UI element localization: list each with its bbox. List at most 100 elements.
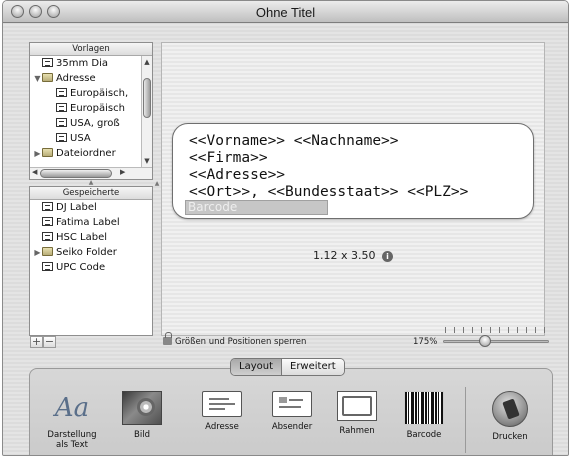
tool-label: Rahmen [339, 426, 375, 436]
document-icon [42, 262, 53, 271]
zoom-level: 175% [413, 337, 438, 347]
list-item-label: UPC Code [56, 262, 106, 273]
document-icon [42, 232, 53, 241]
disclosure-triangle-icon[interactable]: ▼ [33, 71, 42, 86]
remove-button[interactable]: − [43, 336, 56, 348]
barcode-icon [404, 391, 444, 425]
tool-label: Darstellung als Text [47, 430, 97, 450]
info-icon[interactable]: i [382, 251, 393, 262]
list-item-label: HSC Label [56, 232, 108, 243]
list-item-label: DJ Label [56, 202, 97, 213]
tool-barcode[interactable]: Barcode [394, 391, 454, 440]
templates-list: 35mm Dia ▼ Adresse Europäisch, Europäisch USA… [30, 56, 152, 161]
list-item-label: USA [70, 133, 91, 144]
list-item-label: 35mm Dia [56, 58, 108, 69]
list-item[interactable]: USA [30, 131, 152, 146]
tab-advanced[interactable]: Erweitert [281, 359, 344, 375]
list-item-label: Europäisch, [70, 88, 129, 99]
dimensions-text: 1.12 x 3.50 [313, 249, 376, 262]
scroll-thumb[interactable] [40, 169, 112, 178]
text-style-icon: Aa [54, 393, 90, 423]
zoom-slider[interactable] [443, 327, 549, 351]
label-line-address[interactable]: <<Adresse>> [189, 167, 285, 183]
tool-text-style[interactable]: Aa Darstellung als Text [42, 391, 102, 450]
scroll-up-arrow-icon[interactable]: ▲ [142, 58, 152, 66]
list-item[interactable]: ▶ Dateiordner [30, 146, 152, 161]
list-item-label: Dateiordner [56, 148, 116, 159]
list-item[interactable]: ▶ Seiko Folder [30, 245, 152, 260]
label-card[interactable]: <<Vorname>> <<Nachname>> <<Firma>> <<Adr… [172, 123, 534, 219]
tool-label: Bild [134, 430, 150, 440]
sender-icon [272, 391, 312, 417]
tool-label: Adresse [205, 422, 239, 432]
title-bar[interactable]: Ohne Titel [3, 1, 568, 23]
tool-sender[interactable]: Absender [262, 391, 322, 432]
list-item[interactable]: ▼ Adresse [30, 71, 152, 86]
saved-list: DJ Label Fatima Label HSC Label ▶ Seiko Fold… [30, 200, 152, 275]
label-line-city[interactable]: <<Ort>>, <<Bundesstaat>> <<PLZ>> [189, 184, 468, 200]
list-item[interactable]: USA, groß [30, 116, 152, 131]
address-icon [202, 391, 242, 417]
frame-icon [337, 391, 377, 421]
list-item[interactable]: UPC Code [30, 260, 152, 275]
document-icon [42, 202, 53, 211]
slider-ticks [445, 327, 547, 333]
tool-label: Barcode [406, 430, 442, 440]
list-item[interactable]: Europäisch [30, 101, 152, 116]
resize-handle-icon[interactable]: ▲ [153, 180, 161, 187]
list-item[interactable]: 35mm Dia [30, 56, 152, 71]
view-tabs: Layout Erweitert [230, 358, 345, 376]
saved-header: Gespeicherte [30, 187, 152, 200]
templates-pane: Vorlagen 35mm Dia ▼ Adresse Europäisch, Euro… [29, 42, 153, 180]
list-item-label: Europäisch [70, 103, 125, 114]
document-icon [56, 103, 67, 112]
label-dimensions: 1.12 x 3.50 i [162, 249, 544, 262]
lock-control[interactable]: Größen und Positionen sperren [163, 332, 307, 347]
disclosure-triangle-icon[interactable]: ▶ [33, 245, 42, 260]
tools-toolbar: Aa Darstellung als Text Bild Adresse Abs… [29, 368, 553, 455]
toolbar-separator [465, 387, 466, 453]
print-icon [492, 391, 528, 427]
slider-knob[interactable] [479, 335, 492, 347]
list-item-label: Adresse [56, 73, 96, 84]
barcode-field[interactable]: Barcode [185, 200, 328, 215]
folder-icon [42, 247, 53, 256]
label-preview: <<Vorname>> <<Nachname>> <<Firma>> <<Adr… [161, 42, 545, 336]
main-window: Ohne Titel Vorlagen 35mm Dia ▼ Adresse Euro… [2, 0, 569, 456]
templates-header: Vorlagen [30, 43, 152, 56]
document-icon [56, 133, 67, 142]
label-line-company[interactable]: <<Firma>> [189, 150, 268, 166]
list-item[interactable]: HSC Label [30, 230, 152, 245]
lock-icon[interactable] [163, 332, 172, 345]
list-item[interactable]: DJ Label [30, 200, 152, 215]
scroll-right-arrow-icon[interactable]: ▶ [120, 168, 125, 176]
list-item-label: Fatima Label [56, 217, 120, 228]
tool-label: Drucken [492, 432, 528, 442]
disclosure-triangle-icon[interactable]: ▶ [33, 146, 42, 161]
folder-icon [42, 148, 53, 157]
slider-track[interactable] [443, 340, 549, 343]
list-item[interactable]: Fatima Label [30, 215, 152, 230]
scroll-down-arrow-icon[interactable]: ▼ [142, 157, 152, 165]
list-item[interactable]: Europäisch, [30, 86, 152, 101]
tool-address[interactable]: Adresse [192, 391, 252, 432]
folder-icon [42, 73, 53, 82]
window-title: Ohne Titel [255, 5, 316, 20]
saved-pane: Gespeicherte DJ Label Fatima Label HSC Lab… [29, 186, 153, 336]
lock-label: Größen und Positionen sperren [175, 337, 307, 347]
document-icon [42, 217, 53, 226]
add-button[interactable]: + [30, 336, 43, 348]
tool-frame[interactable]: Rahmen [327, 391, 387, 436]
tool-image[interactable]: Bild [112, 391, 172, 440]
tool-print[interactable]: Drucken [480, 391, 540, 442]
templates-horizontal-scrollbar[interactable]: ◀ ▶ [30, 167, 152, 179]
content-area: Vorlagen 35mm Dia ▼ Adresse Europäisch, Euro… [3, 24, 568, 455]
scroll-left-arrow-icon[interactable]: ◀ [32, 168, 37, 176]
document-icon [42, 58, 53, 67]
image-icon [122, 391, 162, 425]
label-line-name[interactable]: <<Vorname>> <<Nachname>> [189, 133, 399, 149]
tab-layout[interactable]: Layout [231, 359, 281, 375]
document-icon [56, 88, 67, 97]
scroll-thumb[interactable] [143, 78, 151, 118]
templates-vertical-scrollbar[interactable]: ▲ ▼ [141, 56, 152, 167]
